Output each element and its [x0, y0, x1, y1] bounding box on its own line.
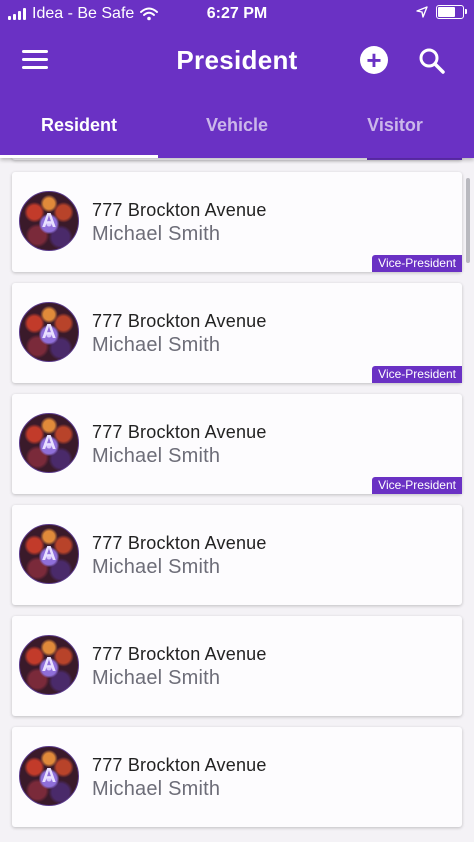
resident-name: Michael Smith: [92, 445, 221, 467]
tab-resident[interactable]: Resident: [0, 98, 158, 158]
avatar: A: [19, 413, 79, 473]
tab-visitor[interactable]: Visitor: [316, 98, 474, 158]
avatar: A: [19, 302, 79, 362]
app-header: Idea - Be Safe 6:27 PM President + Resid…: [0, 0, 474, 158]
app-bar: President +: [0, 34, 474, 90]
resident-address: 777 Brockton Avenue: [92, 422, 267, 442]
resident-card[interactable]: A 777 Brockton Avenue Michael Smith Vice…: [12, 172, 462, 272]
location-arrow-icon: [416, 6, 428, 18]
resident-address: 777 Brockton Avenue: [92, 755, 267, 775]
avatar: A: [19, 635, 79, 695]
avatar: A: [19, 524, 79, 584]
avatar: A: [19, 191, 79, 251]
scrollbar[interactable]: [466, 178, 470, 263]
role-badge: Vice-President: [372, 477, 462, 494]
status-time: 6:27 PM: [206, 5, 268, 22]
add-icon[interactable]: +: [360, 46, 388, 74]
resident-card[interactable]: A 777 Brockton Avenue Michael Smith Vice…: [12, 394, 462, 494]
resident-list[interactable]: A 777 Brockton Avenue Michael Smith Vice…: [0, 158, 474, 842]
role-badge: Vice-President: [372, 255, 462, 272]
resident-name: Michael Smith: [92, 334, 221, 356]
status-bar: Idea - Be Safe 6:27 PM: [0, 0, 474, 28]
resident-address: 777 Brockton Avenue: [92, 311, 267, 331]
resident-address: 777 Brockton Avenue: [92, 200, 267, 220]
search-icon[interactable]: [418, 47, 446, 75]
tab-vehicle[interactable]: Vehicle: [158, 98, 316, 158]
resident-name: Michael Smith: [92, 667, 221, 689]
resident-card[interactable]: A 777 Brockton Avenue Michael Smith Vice…: [12, 283, 462, 383]
resident-name: Michael Smith: [92, 223, 221, 245]
resident-address: 777 Brockton Avenue: [92, 533, 267, 553]
avatar: A: [19, 746, 79, 806]
resident-card[interactable]: A 777 Brockton Avenue Michael Smith: [12, 616, 462, 716]
resident-name: Michael Smith: [92, 778, 221, 800]
page-title: President: [176, 45, 298, 75]
tab-bar: Resident Vehicle Visitor: [0, 98, 474, 158]
role-badge: Vice-President: [372, 366, 462, 383]
resident-address: 777 Brockton Avenue: [92, 644, 267, 664]
resident-card[interactable]: A 777 Brockton Avenue Michael Smith: [12, 727, 462, 827]
partial-card: [12, 158, 462, 160]
resident-name: Michael Smith: [92, 556, 221, 578]
battery-icon: [436, 5, 467, 19]
resident-card[interactable]: A 777 Brockton Avenue Michael Smith: [12, 505, 462, 605]
